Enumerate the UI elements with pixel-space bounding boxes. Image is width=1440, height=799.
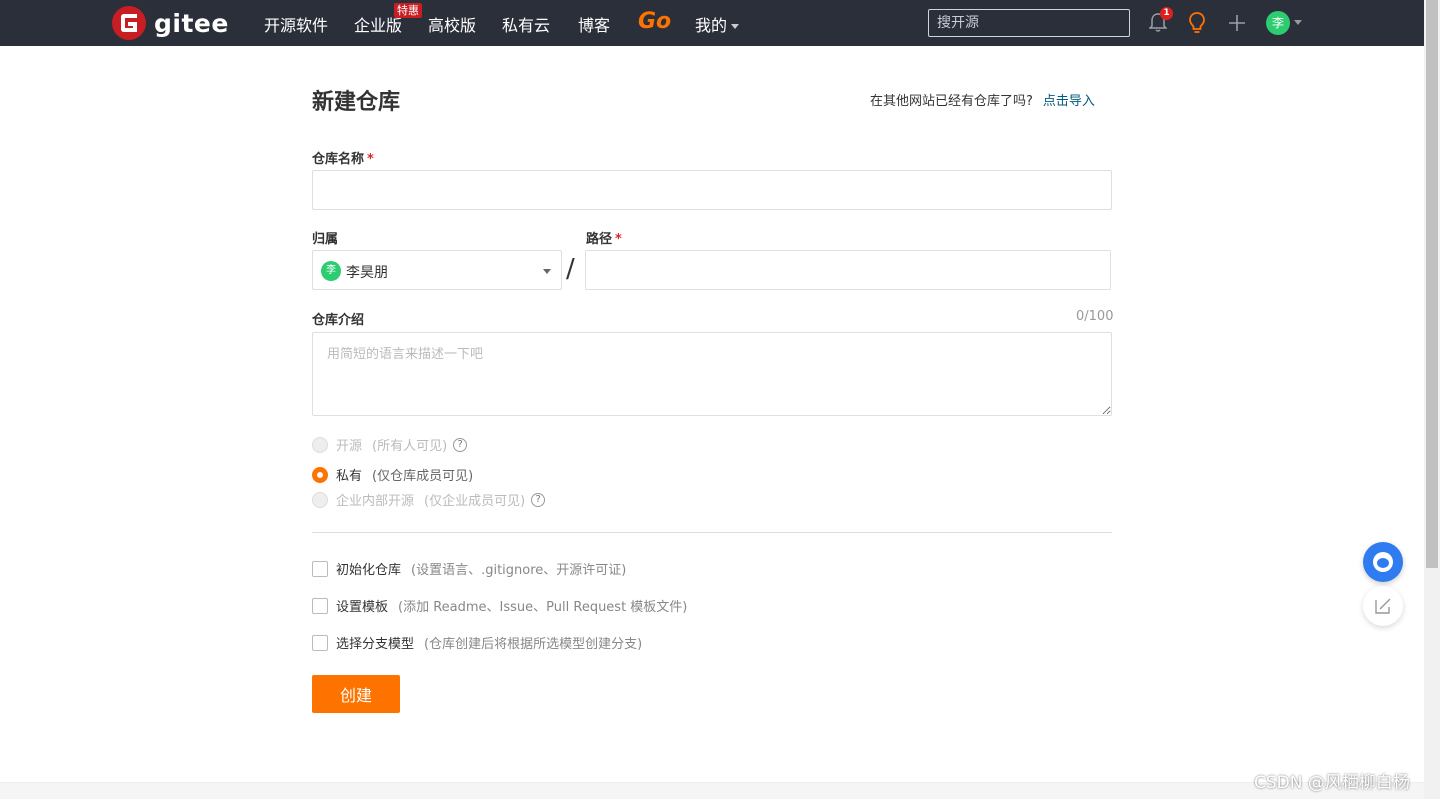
gitee-logo-icon (112, 6, 146, 40)
divider (312, 532, 1112, 533)
radio-public-desc: (所有人可见) (372, 439, 448, 454)
nav-item-private-cloud[interactable]: 私有云 (502, 12, 550, 36)
option-init-repo-desc: (设置语言、.gitignore、开源许可证) (411, 563, 627, 578)
option-init-repo-label: 初始化仓库 (336, 563, 402, 578)
avatar[interactable]: 李 (1266, 11, 1290, 35)
path-label-text: 路径 (586, 232, 613, 247)
nav-item-education[interactable]: 高校版 (428, 12, 476, 36)
page-title: 新建仓库 (312, 90, 401, 115)
logo-text: gitee (154, 8, 229, 38)
import-hint: 在其他网站已经有仓库了吗? 点击导入 (870, 90, 1095, 109)
scrollbar-thumb[interactable] (1426, 0, 1438, 568)
option-branch-model-label: 选择分支模型 (336, 637, 415, 652)
help-icon[interactable]: ? (531, 492, 546, 507)
description-textarea[interactable] (312, 332, 1112, 416)
nav-mine-label: 我的 (695, 16, 728, 35)
owner-name: 李昊朋 (346, 265, 388, 281)
visibility-option-public[interactable]: 开源 (所有人可见) ? (312, 435, 468, 454)
path-separator: / (566, 254, 575, 284)
owner-avatar: 李 (321, 261, 341, 281)
search-input[interactable] (928, 9, 1130, 37)
nav-item-mine[interactable]: 我的 (695, 12, 740, 36)
required-mark: * (615, 232, 622, 247)
option-template-desc: (添加 Readme、Issue、Pull Request 模板文件) (398, 600, 688, 615)
nav-item-go[interactable]: Go (638, 9, 671, 34)
checkbox-template[interactable] (312, 597, 328, 614)
radio-internal[interactable] (312, 491, 328, 508)
radio-public[interactable] (312, 436, 328, 453)
checkbox-init-repo[interactable] (312, 560, 328, 577)
top-navbar: gitee 开源软件 企业版 特惠 高校版 私有云 博客 Go 我的 1 李 (0, 0, 1424, 46)
import-hint-text: 在其他网站已经有仓库了吗? (870, 94, 1033, 109)
option-template[interactable]: 设置模板 (添加 Readme、Issue、Pull Request 模板文件) (312, 596, 687, 615)
option-init-repo[interactable]: 初始化仓库 (设置语言、.gitignore、开源许可证) (312, 559, 626, 578)
radio-private-desc: (仅仓库成员可见) (372, 469, 474, 484)
description-counter: 0/100 (1076, 309, 1114, 324)
radio-private[interactable] (312, 466, 328, 483)
radio-internal-desc: (仅企业成员可见) (424, 494, 526, 509)
chevron-down-icon (543, 269, 551, 274)
repo-name-label-text: 仓库名称 (312, 152, 365, 167)
path-input[interactable] (585, 250, 1111, 290)
page-scrollbar[interactable] (1424, 0, 1440, 799)
notification-count-badge: 1 (1160, 7, 1173, 20)
bottom-bar (0, 782, 1424, 799)
nav-item-blog[interactable]: 博客 (578, 12, 610, 36)
required-mark: * (367, 152, 374, 167)
edit-icon (1375, 598, 1391, 614)
path-label: 路径 * (586, 228, 622, 247)
chevron-down-icon (731, 24, 740, 29)
radio-private-label: 私有 (336, 469, 363, 484)
description-label: 仓库介绍 (312, 313, 365, 328)
radio-internal-label: 企业内部开源 (336, 494, 415, 509)
radio-public-label: 开源 (336, 439, 363, 454)
visibility-option-private[interactable]: 私有 (仅仓库成员可见) (312, 465, 473, 484)
option-branch-model-desc: (仓库创建后将根据所选模型创建分支) (424, 637, 643, 652)
hot-badge: 特惠 (394, 3, 422, 18)
avatar-chevron-down-icon[interactable] (1294, 20, 1302, 25)
plus-icon[interactable] (1227, 13, 1247, 33)
repo-name-input[interactable] (312, 170, 1112, 210)
watermark: CSDN @风栖柳白杨 (1254, 773, 1410, 793)
owner-select[interactable]: 李 李昊朋 (312, 250, 562, 290)
create-button[interactable]: 创建 (312, 675, 400, 713)
owner-label: 归属 (312, 232, 339, 247)
checkbox-branch-model[interactable] (312, 634, 328, 651)
option-branch-model[interactable]: 选择分支模型 (仓库创建后将根据所选模型创建分支) (312, 633, 642, 652)
visibility-option-internal[interactable]: 企业内部开源 (仅企业成员可见) ? (312, 490, 546, 509)
import-link[interactable]: 点击导入 (1043, 94, 1095, 109)
nav-item-open-source[interactable]: 开源软件 (264, 12, 328, 36)
gitee-logo[interactable]: gitee (112, 6, 229, 40)
option-template-label: 设置模板 (336, 600, 389, 615)
assistant-bot-icon[interactable] (1363, 542, 1403, 582)
feedback-edit-button[interactable] (1363, 586, 1403, 626)
lightbulb-icon[interactable] (1187, 11, 1207, 35)
repo-name-label: 仓库名称 * (312, 148, 374, 167)
help-icon[interactable]: ? (453, 437, 468, 452)
